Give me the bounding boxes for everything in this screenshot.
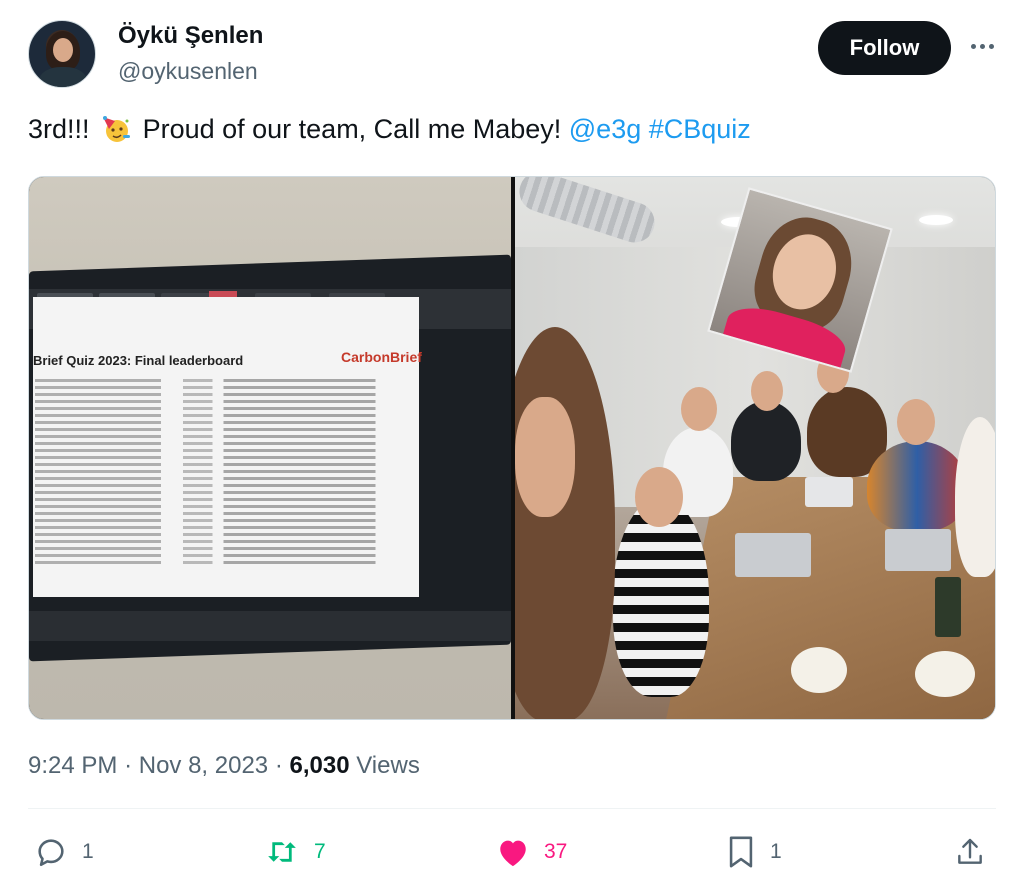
laptop xyxy=(735,533,811,577)
photo-leaderboard-screen[interactable]: C Brief Quiz 2023: Final leaderboard Car… xyxy=(29,177,511,719)
tweet-text-body: Proud of our team, Call me Mabey! xyxy=(142,114,562,144)
leaderboard-row xyxy=(35,477,405,480)
person-head xyxy=(681,387,717,431)
person-head xyxy=(897,399,935,445)
leaderboard-row xyxy=(35,533,405,536)
leaderboard-row xyxy=(35,554,405,557)
avatar[interactable] xyxy=(28,20,96,88)
ceiling-light xyxy=(919,215,953,225)
more-dot xyxy=(979,43,985,49)
person-striped-top xyxy=(613,497,709,697)
leaderboard-row xyxy=(35,470,405,473)
leaderboard-row xyxy=(35,379,405,382)
leaderboard-row xyxy=(35,442,405,445)
leaderboard-row xyxy=(35,519,405,522)
bookmark-button[interactable]: 1 xyxy=(726,830,782,874)
leaderboard-row xyxy=(35,449,405,452)
share-icon xyxy=(958,838,982,864)
leaderboard-row xyxy=(35,428,405,431)
retweet-icon xyxy=(268,842,296,862)
laptop xyxy=(885,529,951,571)
reply-button[interactable]: 1 xyxy=(34,830,94,874)
leaderboard-row xyxy=(35,400,405,403)
carbonbrief-logo: CarbonBrief xyxy=(341,349,422,365)
share-button[interactable] xyxy=(954,830,986,874)
retweet-count: 7 xyxy=(314,840,326,863)
tweet-meta: 9:24 PM · Nov 8, 2023 · 6,030 Views xyxy=(28,752,420,780)
leaderboard-row xyxy=(35,484,405,487)
views-count: 6,030 xyxy=(289,752,350,779)
leaderboard-row xyxy=(35,456,405,459)
photo-group-selfie[interactable] xyxy=(515,177,995,719)
leaderboard-row xyxy=(35,421,405,424)
leaderboard-row xyxy=(35,505,405,508)
tweet-text: 3rd!!! Proud of our team, Call me Mabey!… xyxy=(28,114,751,145)
more-dot xyxy=(970,43,976,49)
media-grid: C Brief Quiz 2023: Final leaderboard Car… xyxy=(28,176,996,720)
zoom-toolbar xyxy=(29,611,511,641)
retweet-button[interactable]: 7 xyxy=(264,830,326,874)
views-label: Views xyxy=(356,752,420,779)
mention-link[interactable]: @e3g xyxy=(569,114,641,144)
laptop xyxy=(805,477,853,507)
bookmark-count: 1 xyxy=(770,840,782,863)
person-right-edge xyxy=(955,417,995,577)
more-options-icon[interactable] xyxy=(968,34,996,58)
snack-bowl xyxy=(791,647,847,693)
leaderboard-row xyxy=(35,498,405,501)
leaderboard-row xyxy=(35,407,405,410)
tweet-time[interactable]: 9:24 PM xyxy=(28,752,117,779)
snack-bowl xyxy=(915,651,975,697)
meta-separator: · xyxy=(124,752,133,779)
action-bar: 1 7 37 1 xyxy=(28,830,996,876)
partying-face-icon xyxy=(103,116,131,142)
person-head xyxy=(751,371,783,411)
wine-bottle xyxy=(935,577,961,637)
leaderboard-row xyxy=(35,435,405,438)
leaderboard-row xyxy=(35,491,405,494)
reply-count: 1 xyxy=(82,840,94,863)
leaderboard-row xyxy=(35,393,405,396)
leaderboard-row xyxy=(35,463,405,466)
leaderboard-row xyxy=(35,540,405,543)
leaderboard-row xyxy=(35,526,405,529)
avatar-body xyxy=(39,67,87,87)
leaderboard-row xyxy=(35,561,405,564)
like-count: 37 xyxy=(544,840,568,863)
hashtag-link[interactable]: #CBquiz xyxy=(649,114,751,144)
heart-icon xyxy=(500,840,526,867)
leaderboard-row xyxy=(35,512,405,515)
tweet-text-start: 3rd!!! xyxy=(28,114,90,144)
leaderboard-row xyxy=(35,386,405,389)
reply-icon xyxy=(38,839,64,867)
author-display-name[interactable]: Öykü Şenlen xyxy=(118,22,263,50)
leaderboard-row xyxy=(35,414,405,417)
meta-separator: · xyxy=(274,752,283,779)
leaderboard-title: Brief Quiz 2023: Final leaderboard xyxy=(33,353,244,368)
tweet-date[interactable]: Nov 8, 2023 xyxy=(139,752,268,779)
more-dot xyxy=(988,43,994,49)
leaderboard-row xyxy=(35,547,405,550)
person-patterned-shirt xyxy=(867,441,967,531)
person-head xyxy=(515,397,575,517)
like-button[interactable]: 37 xyxy=(496,830,567,874)
avatar-face xyxy=(53,38,73,62)
bookmark-icon xyxy=(729,836,753,868)
person-head xyxy=(635,467,683,527)
leaderboard-rows xyxy=(35,379,405,568)
tweet-header: Öykü Şenlen @oykusenlen Follow xyxy=(28,20,998,90)
person-black-shirt xyxy=(731,401,801,481)
follow-button[interactable]: Follow xyxy=(818,21,951,75)
divider xyxy=(28,808,996,809)
author-handle[interactable]: @oykusenlen xyxy=(118,58,258,85)
